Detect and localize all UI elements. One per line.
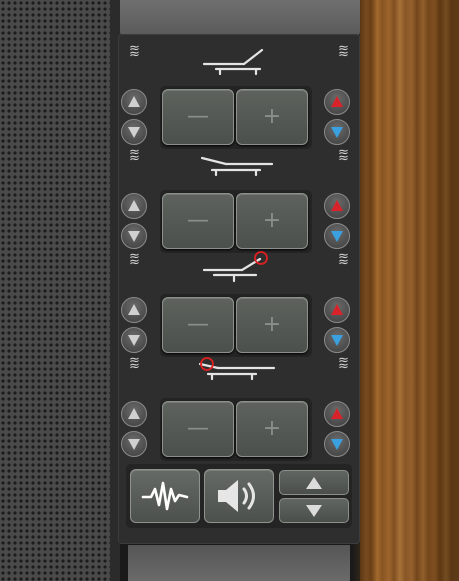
left-down-button[interactable] [121,431,147,457]
left-up-button[interactable] [121,401,147,427]
right-down-button[interactable] [324,431,350,457]
bottom-cap [128,545,350,581]
triangle-down-icon [128,231,140,242]
top-cap [120,0,360,36]
wave-icon: ≈ ≈ [338,353,349,374]
right-up-button[interactable] [324,89,350,115]
adjust-box: — + [160,190,312,253]
adjust-box: — + [160,86,312,149]
wave-icon: ≈ ≈ [129,41,140,62]
wave-icon: ≈ ≈ [129,249,140,270]
speaker-mesh [0,0,112,581]
scroll-up-button[interactable] [279,470,349,495]
triangle-up-icon [306,476,322,489]
triangle-down-icon [128,335,140,346]
bed-control-panel: ≈ ≈ ≈ ≈ — + ≈ ≈ ≈ ≈ — + ≈ ≈ ≈ ≈ — + ≈ ≈ … [118,34,360,544]
right-up-button[interactable] [324,401,350,427]
triangle-up-icon [128,200,140,211]
minus-button[interactable]: — [162,297,234,353]
control-row-3: ≈ ≈ ≈ ≈ — + [118,250,360,368]
bottom-toolbar [126,464,352,528]
triangle-down-blue-icon [331,439,343,450]
wave-icon: ≈ ≈ [129,145,140,166]
triangle-down-blue-icon [331,335,343,346]
triangle-up-icon [128,408,140,419]
right-up-button[interactable] [324,297,350,323]
minus-button[interactable]: — [162,401,234,457]
pulse-wave-icon [141,481,189,511]
wave-icon: ≈ ≈ [338,41,349,62]
triangle-up-icon [128,304,140,315]
wave-icon: ≈ ≈ [129,353,140,374]
left-up-button[interactable] [121,89,147,115]
plus-button[interactable]: + [236,193,308,249]
right-down-button[interactable] [324,223,350,249]
control-row-1: ≈ ≈ ≈ ≈ — + [118,42,360,160]
minus-button[interactable]: — [162,89,234,145]
massage-button[interactable] [130,469,200,523]
plus-button[interactable]: + [236,297,308,353]
triangle-down-icon [128,127,140,138]
triangle-down-blue-icon [331,231,343,242]
left-up-button[interactable] [121,193,147,219]
plus-button[interactable]: + [236,89,308,145]
control-row-2: ≈ ≈ ≈ ≈ — + [118,146,360,264]
speaker-volume-icon [218,480,255,512]
triangle-down-icon [128,439,140,450]
left-down-button[interactable] [121,327,147,353]
adjust-box: — + [160,398,312,461]
left-up-button[interactable] [121,297,147,323]
bed-flat-icon [200,156,274,177]
bed-foot-highlight-icon [198,357,276,381]
triangle-up-red-icon [331,304,343,315]
triangle-up-red-icon [331,408,343,419]
triangle-up-icon [128,96,140,107]
triangle-up-red-icon [331,200,343,211]
right-up-button[interactable] [324,193,350,219]
left-down-button[interactable] [121,223,147,249]
wave-icon: ≈ ≈ [338,249,349,270]
right-down-button[interactable] [324,119,350,145]
triangle-up-red-icon [331,96,343,107]
minus-button[interactable]: — [162,193,234,249]
volume-button[interactable] [204,469,274,523]
wood-frame [360,0,459,581]
bed-head-raised-icon [202,48,264,76]
left-down-button[interactable] [121,119,147,145]
scroll-down-button[interactable] [279,498,349,523]
bed-head-highlight-icon [202,251,268,283]
triangle-down-blue-icon [331,127,343,138]
right-down-button[interactable] [324,327,350,353]
wave-icon: ≈ ≈ [338,145,349,166]
adjust-box: — + [160,294,312,357]
plus-button[interactable]: + [236,401,308,457]
control-row-4: ≈ ≈ ≈ ≈ — + [118,354,360,472]
triangle-down-icon [306,504,322,517]
